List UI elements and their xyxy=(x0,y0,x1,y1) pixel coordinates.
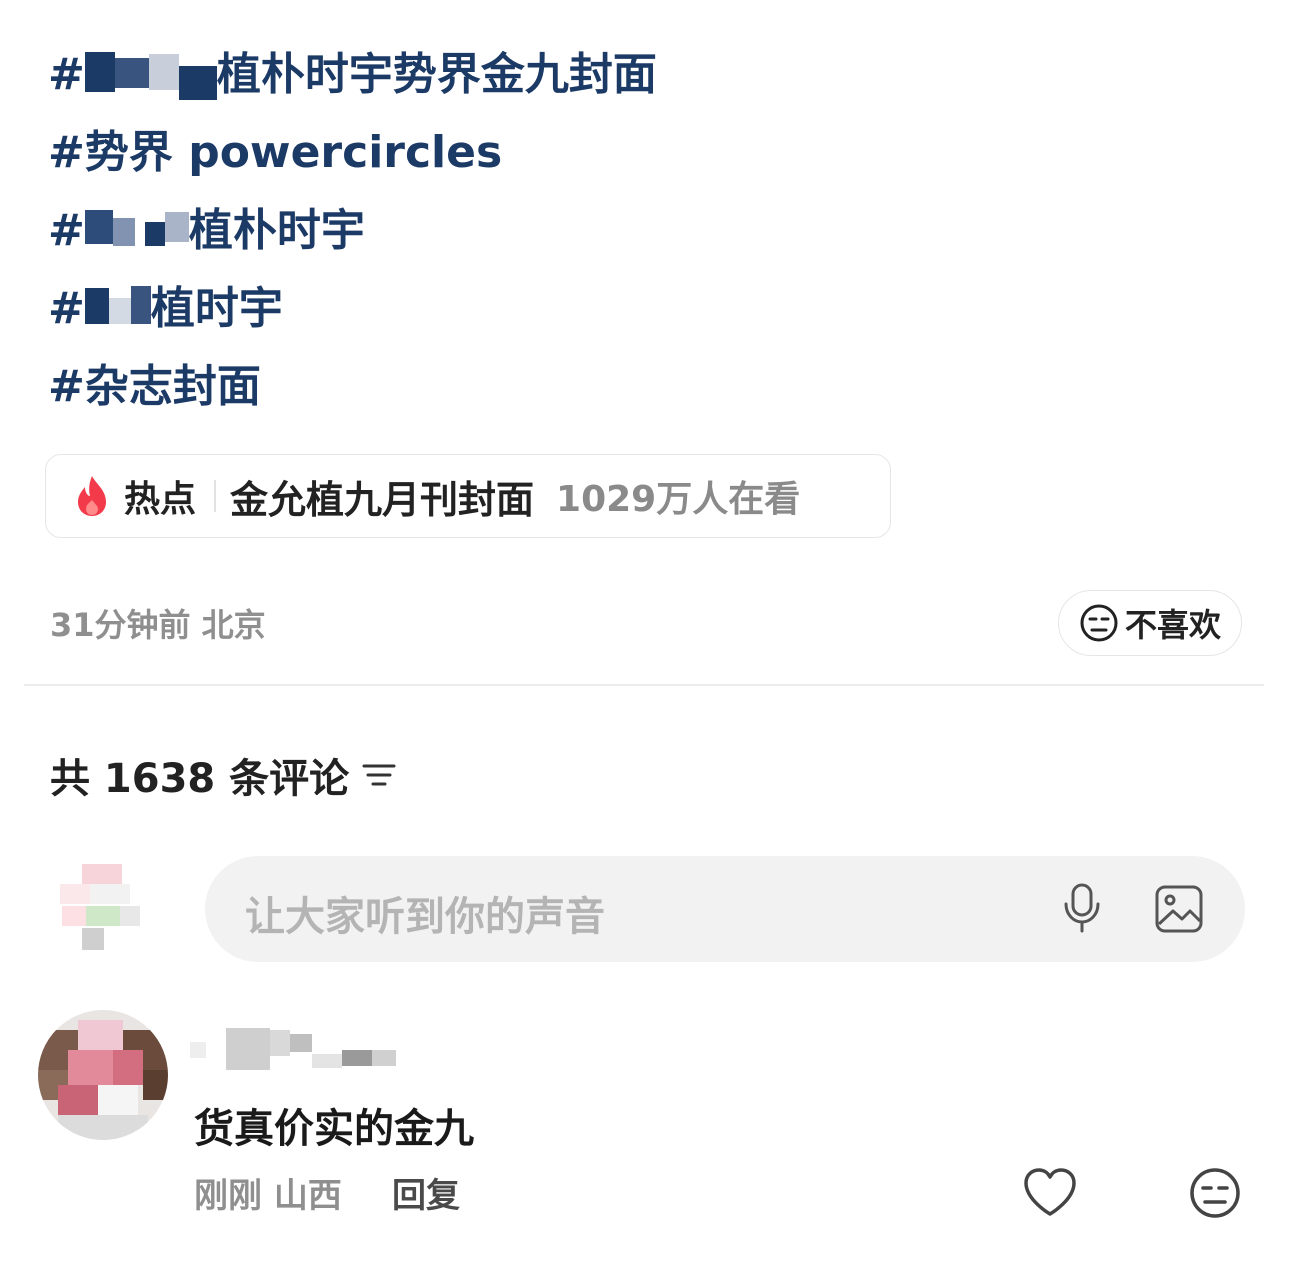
mosaic-censored xyxy=(84,44,217,104)
neutral-face-icon xyxy=(1080,604,1118,642)
mosaic-censored xyxy=(84,278,151,338)
avatar-mosaic xyxy=(60,864,140,950)
hashtag-1[interactable]: # 植朴时宇势界金九封面 xyxy=(48,44,657,122)
hashtag-2[interactable]: #势界 powercircles xyxy=(48,122,657,200)
divider xyxy=(214,480,217,512)
section-divider xyxy=(24,684,1264,686)
commenter-avatar[interactable] xyxy=(38,1010,168,1140)
hashtag-list: # 植朴时宇势界金九封面 #势界 powercircles # 植朴时宇 # 植… xyxy=(48,44,657,434)
comment-input-placeholder: 让大家听到你的声音 xyxy=(245,894,605,940)
user-avatar[interactable] xyxy=(60,862,150,952)
comment-count: 共 1638 条评论 xyxy=(50,756,350,802)
avatar-mosaic xyxy=(38,1010,168,1140)
sort-icon[interactable] xyxy=(361,760,397,790)
hashtag-3[interactable]: # 植朴时宇 xyxy=(48,200,657,278)
hashtag-5[interactable]: #杂志封面 xyxy=(48,356,657,434)
dislike-label: 不喜欢 xyxy=(1124,606,1221,644)
hot-label: 热点 xyxy=(124,479,197,520)
hot-topic-title: 金允植九月刊封面 xyxy=(230,477,535,522)
image-icon[interactable] xyxy=(1154,884,1204,934)
commenter-username-mosaic[interactable] xyxy=(190,1020,430,1080)
neutral-face-icon[interactable] xyxy=(1188,1166,1242,1220)
dislike-button[interactable]: 不喜欢 xyxy=(1058,590,1242,656)
heart-icon[interactable] xyxy=(1022,1166,1078,1218)
fire-icon xyxy=(78,476,106,516)
hot-topic-card[interactable]: 热点 金允植九月刊封面 1029万人在看 xyxy=(45,454,891,538)
post-meta: 31分钟前 北京 xyxy=(50,606,266,644)
microphone-icon[interactable] xyxy=(1060,882,1104,934)
comments-header[interactable]: 共 1638 条评论 xyxy=(50,746,397,804)
hot-topic-viewers: 1029万人在看 xyxy=(556,479,801,520)
mosaic-censored xyxy=(84,200,189,260)
comment-time-location: 刚刚 山西 xyxy=(194,1176,342,1216)
comment-text: 货真价实的金九 xyxy=(194,1106,474,1152)
username-mosaic xyxy=(190,1028,396,1070)
reply-button[interactable]: 回复 xyxy=(392,1168,460,1217)
hashtag-4[interactable]: # 植时宇 xyxy=(48,278,657,356)
